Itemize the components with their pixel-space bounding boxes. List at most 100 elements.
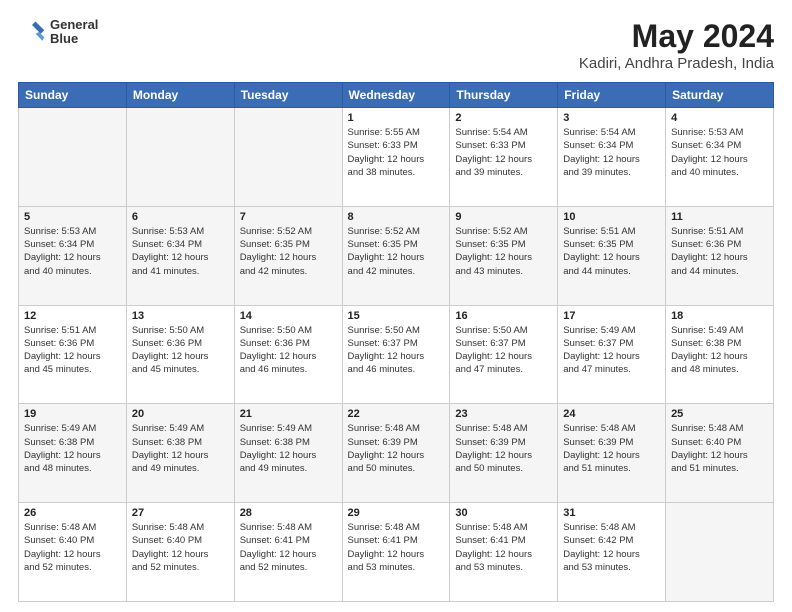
calendar-cell: 12Sunrise: 5:51 AM Sunset: 6:36 PM Dayli… (19, 305, 127, 404)
calendar-cell (666, 503, 774, 602)
calendar-cell: 13Sunrise: 5:50 AM Sunset: 6:36 PM Dayli… (126, 305, 234, 404)
calendar-cell: 3 Sunrise: 5:54 AM Sunset: 6:34 PM Daylig… (558, 108, 666, 207)
cell-date-number: 1 (348, 112, 445, 124)
cell-date-number: 9 (455, 211, 552, 223)
calendar-cell: 1Sunrise: 5:55 AM Sunset: 6:33 PM Daylig… (342, 108, 450, 207)
weekday-header: Saturday (666, 83, 774, 108)
calendar-title: May 2024 (579, 18, 774, 55)
cell-date-number: 13 (132, 310, 229, 322)
logo: General Blue (18, 18, 98, 47)
title-block: May 2024 Kadiri, Andhra Pradesh, India (579, 18, 774, 72)
cell-info: Sunrise: 5:50 AM Sunset: 6:37 PM Dayligh… (348, 324, 445, 377)
cell-info: Sunrise: 5:48 AM Sunset: 6:41 PM Dayligh… (455, 521, 552, 574)
calendar-cell: 27 Sunrise: 5:48 AM Sunset: 6:40 PM Dayli… (126, 503, 234, 602)
cell-info: Sunrise: 5:52 AM Sunset: 6:35 PM Dayligh… (455, 225, 552, 278)
calendar-cell: 21 Sunrise: 5:49 AM Sunset: 6:38 PM Dayli… (234, 404, 342, 503)
cell-info: Sunrise: 5:48 AM Sunset: 6:40 PM Dayligh… (671, 422, 768, 475)
calendar-cell (234, 108, 342, 207)
logo-text: General Blue (50, 18, 98, 47)
cell-info: Sunrise: 5:52 AM Sunset: 6:35 PM Dayligh… (348, 225, 445, 278)
calendar-cell: 16 Sunrise: 5:50 AM Sunset: 6:37 PM Dayli… (450, 305, 558, 404)
cell-info: Sunrise: 5:50 AM Sunset: 6:37 PM Dayligh… (455, 324, 552, 377)
calendar-cell: 28 Sunrise: 5:48 AM Sunset: 6:41 PM Dayli… (234, 503, 342, 602)
page: General Blue May 2024 Kadiri, Andhra Pra… (0, 0, 792, 612)
cell-info: Sunrise: 5:49 AM Sunset: 6:38 PM Dayligh… (671, 324, 768, 377)
calendar-header-row: SundayMondayTuesdayWednesdayThursdayFrid… (19, 83, 774, 108)
cell-date-number: 24 (563, 408, 660, 420)
calendar-week-row: 19Sunrise: 5:49 AM Sunset: 6:38 PM Dayli… (19, 404, 774, 503)
calendar-cell: 10 Sunrise: 5:51 AM Sunset: 6:35 PM Dayli… (558, 206, 666, 305)
logo-line1: General (50, 18, 98, 32)
calendar-cell: 11 Sunrise: 5:51 AM Sunset: 6:36 PM Dayli… (666, 206, 774, 305)
cell-date-number: 28 (240, 507, 337, 519)
cell-date-number: 20 (132, 408, 229, 420)
cell-info: Sunrise: 5:48 AM Sunset: 6:40 PM Dayligh… (132, 521, 229, 574)
cell-date-number: 12 (24, 310, 121, 322)
weekday-header: Thursday (450, 83, 558, 108)
calendar-cell: 22 Sunrise: 5:48 AM Sunset: 6:39 PM Dayli… (342, 404, 450, 503)
cell-date-number: 11 (671, 211, 768, 223)
cell-date-number: 18 (671, 310, 768, 322)
header: General Blue May 2024 Kadiri, Andhra Pra… (18, 18, 774, 72)
calendar-cell (19, 108, 127, 207)
calendar-cell: 5Sunrise: 5:53 AM Sunset: 6:34 PM Daylig… (19, 206, 127, 305)
calendar-cell: 4 Sunrise: 5:53 AM Sunset: 6:34 PM Daylig… (666, 108, 774, 207)
cell-date-number: 5 (24, 211, 121, 223)
cell-info: Sunrise: 5:49 AM Sunset: 6:38 PM Dayligh… (240, 422, 337, 475)
calendar-cell (126, 108, 234, 207)
cell-date-number: 27 (132, 507, 229, 519)
cell-info: Sunrise: 5:48 AM Sunset: 6:39 PM Dayligh… (563, 422, 660, 475)
cell-info: Sunrise: 5:48 AM Sunset: 6:41 PM Dayligh… (240, 521, 337, 574)
cell-date-number: 17 (563, 310, 660, 322)
calendar-cell: 30 Sunrise: 5:48 AM Sunset: 6:41 PM Dayli… (450, 503, 558, 602)
calendar-subtitle: Kadiri, Andhra Pradesh, India (579, 55, 774, 72)
cell-info: Sunrise: 5:53 AM Sunset: 6:34 PM Dayligh… (132, 225, 229, 278)
calendar-cell: 18 Sunrise: 5:49 AM Sunset: 6:38 PM Dayli… (666, 305, 774, 404)
calendar-table: SundayMondayTuesdayWednesdayThursdayFrid… (18, 82, 774, 602)
calendar-cell: 26Sunrise: 5:48 AM Sunset: 6:40 PM Dayli… (19, 503, 127, 602)
calendar-cell: 2Sunrise: 5:54 AM Sunset: 6:33 PM Daylig… (450, 108, 558, 207)
cell-info: Sunrise: 5:48 AM Sunset: 6:39 PM Dayligh… (348, 422, 445, 475)
cell-date-number: 3 (563, 112, 660, 124)
calendar-week-row: 5 Sunrise: 5:53 AM Sunset: 6:34 PM Daylig… (19, 206, 774, 305)
calendar-cell: 8 Sunrise: 5:52 AM Sunset: 6:35 PM Daylig… (342, 206, 450, 305)
weekday-header: Friday (558, 83, 666, 108)
cell-date-number: 26 (24, 507, 121, 519)
cell-date-number: 31 (563, 507, 660, 519)
cell-date-number: 4 (671, 112, 768, 124)
cell-date-number: 10 (563, 211, 660, 223)
cell-date-number: 22 (348, 408, 445, 420)
cell-info: Sunrise: 5:51 AM Sunset: 6:35 PM Dayligh… (563, 225, 660, 278)
cell-date-number: 29 (348, 507, 445, 519)
cell-date-number: 8 (348, 211, 445, 223)
cell-date-number: 25 (671, 408, 768, 420)
cell-info: Sunrise: 5:50 AM Sunset: 6:36 PM Dayligh… (240, 324, 337, 377)
cell-date-number: 16 (455, 310, 552, 322)
cell-date-number: 23 (455, 408, 552, 420)
cell-date-number: 21 (240, 408, 337, 420)
cell-info: Sunrise: 5:48 AM Sunset: 6:39 PM Dayligh… (455, 422, 552, 475)
cell-info: Sunrise: 5:48 AM Sunset: 6:41 PM Dayligh… (348, 521, 445, 574)
weekday-header: Monday (126, 83, 234, 108)
weekday-header: Sunday (19, 83, 127, 108)
cell-date-number: 6 (132, 211, 229, 223)
cell-info: Sunrise: 5:52 AM Sunset: 6:35 PM Dayligh… (240, 225, 337, 278)
cell-date-number: 2 (455, 112, 552, 124)
weekday-header: Wednesday (342, 83, 450, 108)
calendar-cell: 20 Sunrise: 5:49 AM Sunset: 6:38 PM Dayli… (126, 404, 234, 503)
calendar-cell: 29 Sunrise: 5:48 AM Sunset: 6:41 PM Dayli… (342, 503, 450, 602)
calendar-week-row: 26 Sunrise: 5:48 AM Sunset: 6:40 PM Dayli… (19, 503, 774, 602)
cell-info: Sunrise: 5:53 AM Sunset: 6:34 PM Dayligh… (671, 126, 768, 179)
calendar-cell: 7Sunrise: 5:52 AM Sunset: 6:35 PM Daylig… (234, 206, 342, 305)
cell-info: Sunrise: 5:54 AM Sunset: 6:34 PM Dayligh… (563, 126, 660, 179)
calendar-cell: 9 Sunrise: 5:52 AM Sunset: 6:35 PM Daylig… (450, 206, 558, 305)
cell-date-number: 15 (348, 310, 445, 322)
cell-info: Sunrise: 5:51 AM Sunset: 6:36 PM Dayligh… (671, 225, 768, 278)
cell-info: Sunrise: 5:48 AM Sunset: 6:42 PM Dayligh… (563, 521, 660, 574)
cell-date-number: 30 (455, 507, 552, 519)
cell-info: Sunrise: 5:49 AM Sunset: 6:38 PM Dayligh… (132, 422, 229, 475)
logo-icon (18, 18, 46, 46)
calendar-week-row: 12Sunrise: 5:51 AM Sunset: 6:36 PM Dayli… (19, 305, 774, 404)
calendar-cell: 14Sunrise: 5:50 AM Sunset: 6:36 PM Dayli… (234, 305, 342, 404)
weekday-header: Tuesday (234, 83, 342, 108)
